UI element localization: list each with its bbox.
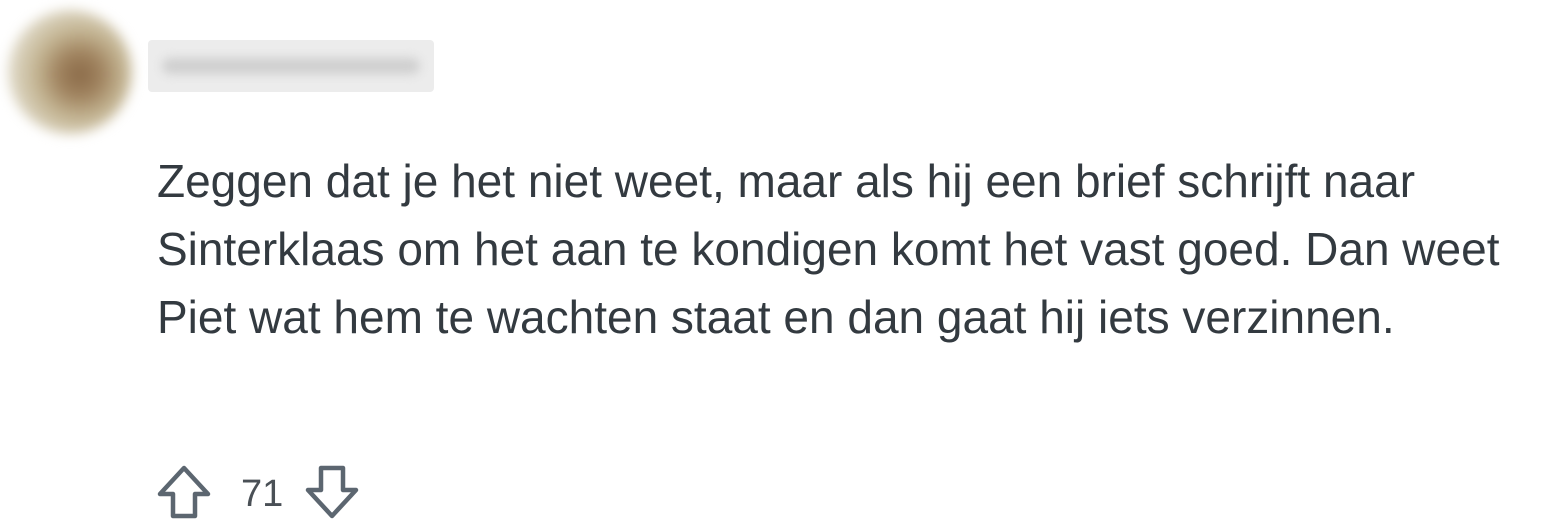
vote-actions: 71 — [157, 464, 359, 525]
downvote-button[interactable] — [305, 464, 359, 525]
avatar[interactable] — [8, 10, 132, 134]
comment-body: Zeggen dat je het niet weet, maar als hi… — [157, 155, 1500, 343]
arrow-down-icon — [305, 464, 359, 525]
vote-count: 71 — [241, 472, 284, 515]
arrow-up-icon — [157, 464, 211, 525]
comment: Zeggen dat je het niet weet, maar als hi… — [0, 0, 1566, 530]
username[interactable] — [148, 40, 434, 92]
upvote-button[interactable] — [157, 464, 211, 525]
username-blur — [162, 58, 420, 74]
